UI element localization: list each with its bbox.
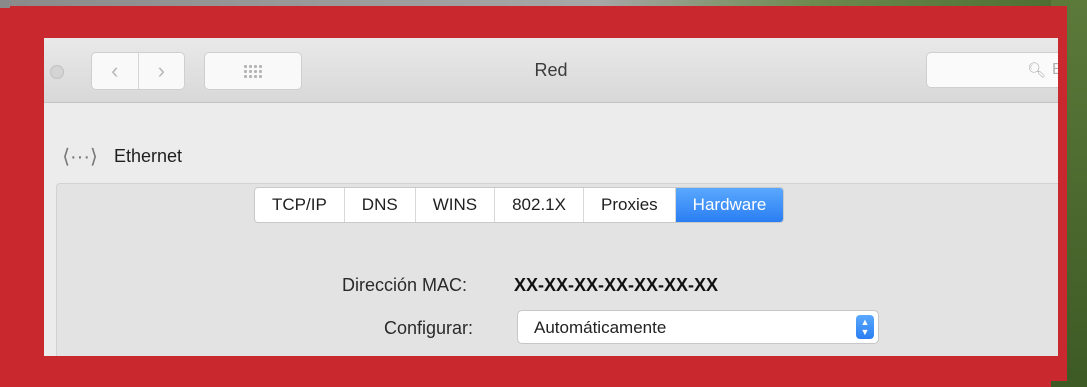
- tab-8021x[interactable]: 802.1X: [495, 188, 584, 222]
- tab-tcpip[interactable]: TCP/IP: [255, 188, 345, 222]
- search-field[interactable]: 🔍︎ Bu: [926, 52, 1058, 88]
- window-title: Red: [534, 60, 568, 80]
- interface-header: ⟨···⟩ Ethernet: [56, 141, 182, 171]
- tab-proxies[interactable]: Proxies: [584, 188, 676, 222]
- select-stepper-icon: ▲ ▼: [856, 315, 874, 339]
- ethernet-icon: ⟨···⟩: [62, 145, 98, 168]
- search-icon: 🔍︎: [1027, 62, 1047, 79]
- mac-address-label: Dirección MAC:: [342, 275, 468, 295]
- mac-address-value: XX-XX-XX-XX-XX-XX-XX: [514, 275, 719, 295]
- configure-select[interactable]: Automáticamente ▲ ▼: [517, 310, 879, 344]
- network-preferences-window: ‹ › Red 🔍︎ Bu ⟨···⟩ Ethernet TCP/IP DNS …: [44, 38, 1058, 356]
- tab-dns[interactable]: DNS: [345, 188, 416, 222]
- search-placeholder: Bu: [1052, 61, 1058, 78]
- tab-hardware[interactable]: Hardware: [675, 188, 784, 222]
- tab-wins[interactable]: WINS: [416, 188, 496, 222]
- title-bar: ‹ › Red 🔍︎ Bu: [44, 38, 1058, 103]
- tab-bar: TCP/IP DNS WINS 802.1X Proxies Hardware: [254, 187, 785, 223]
- configure-label: Configurar:: [384, 318, 474, 338]
- configure-select-value: Automáticamente: [534, 318, 667, 337]
- interface-name: Ethernet: [114, 145, 183, 166]
